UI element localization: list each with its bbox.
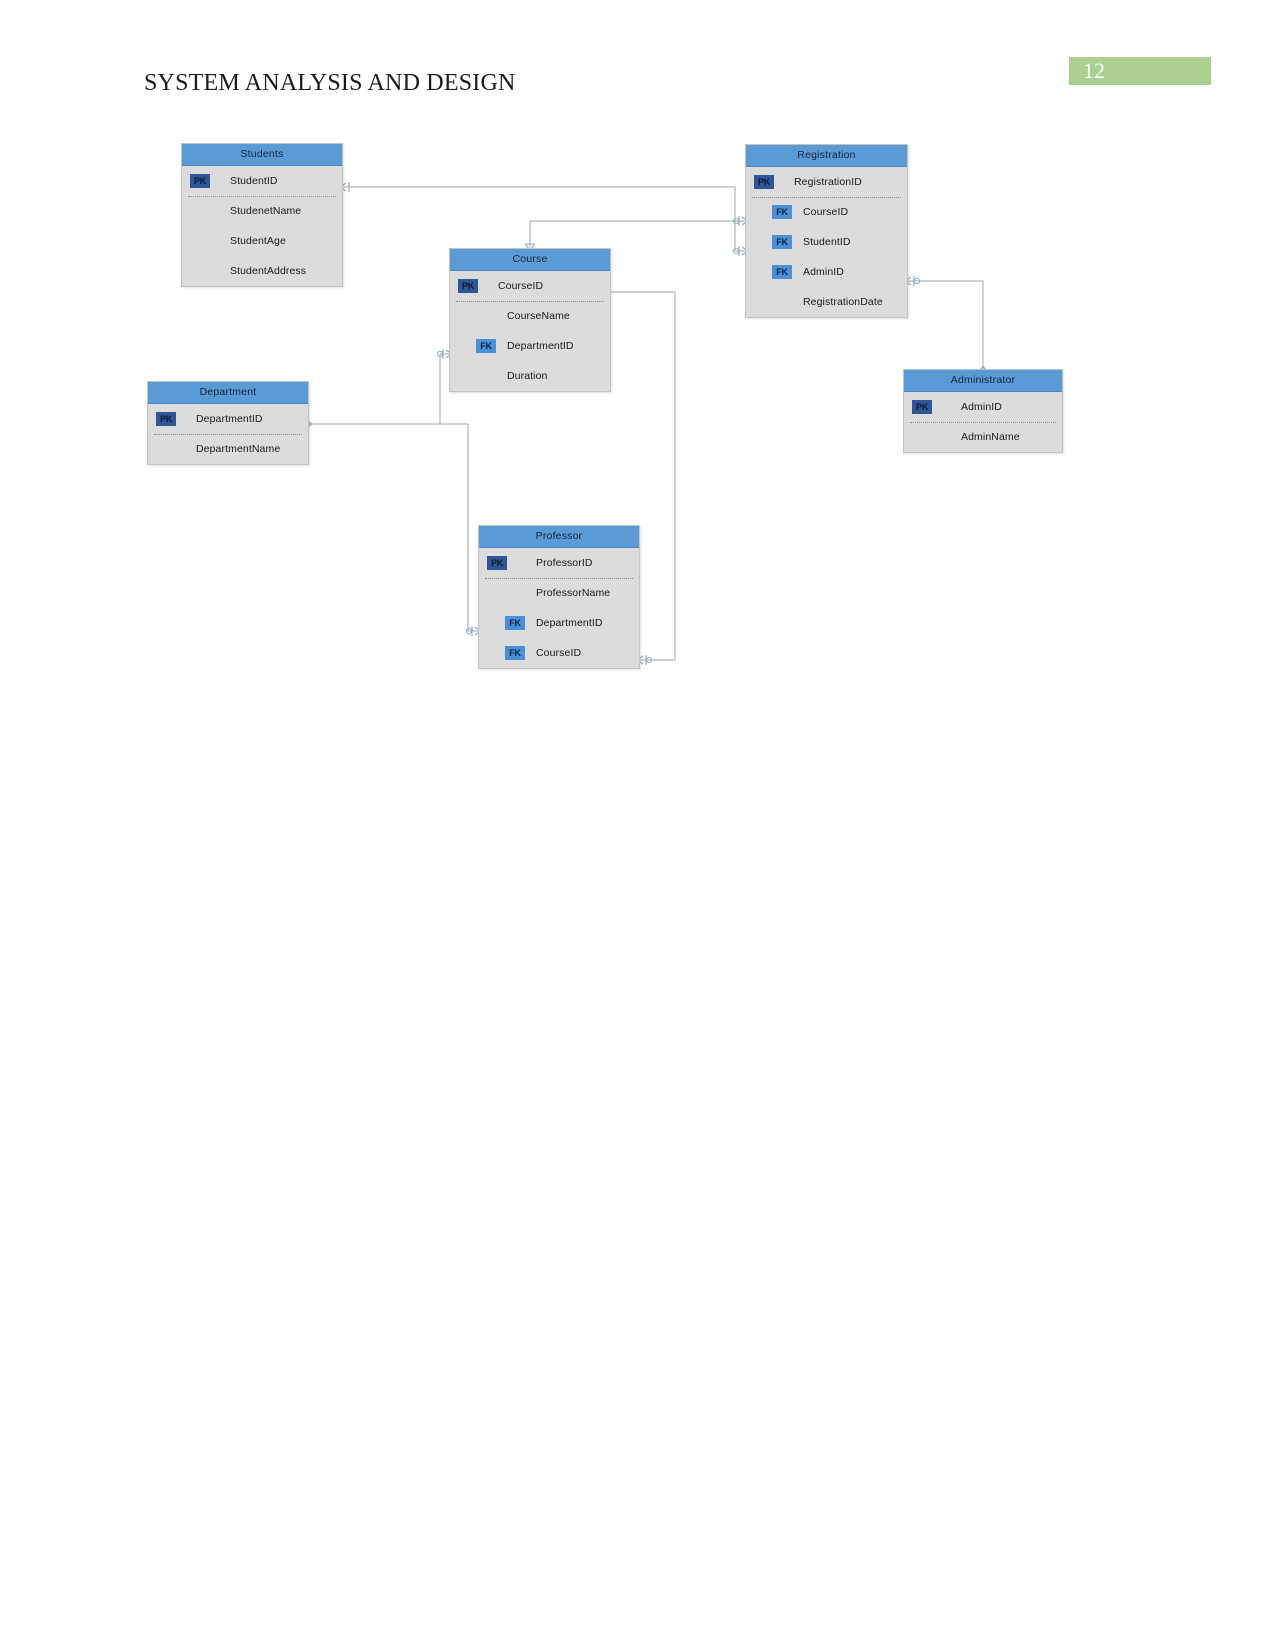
entity-professor[interactable]: Professor PK ProfessorID ProfessorName F… — [478, 525, 640, 669]
entity-registration-title: Registration — [746, 145, 907, 167]
attribute-row[interactable]: PK CourseID — [450, 271, 610, 301]
marker-circle-course-departmentid — [436, 350, 444, 358]
attribute-label: ProfessorID — [536, 557, 593, 569]
pk-icon: PK — [754, 175, 774, 189]
fk-icon: FK — [476, 339, 496, 353]
attribute-label: CourseID — [498, 280, 544, 292]
attribute-label: CourseID — [803, 206, 849, 218]
attribute-label: ProfessorName — [536, 587, 611, 599]
connector-department-course — [309, 353, 449, 425]
marker-circle-professor-courseid — [645, 656, 653, 664]
entity-department-title: Department — [148, 382, 308, 404]
attribute-label: StudentID — [803, 236, 851, 248]
attribute-row[interactable]: StudentAge — [182, 226, 342, 256]
attribute-row[interactable]: PK AdminID — [904, 392, 1062, 422]
attribute-row[interactable]: CourseName — [450, 301, 610, 331]
fk-icon: FK — [505, 646, 525, 660]
attribute-label: StudentID — [230, 175, 278, 187]
er-diagram: Students PK StudentID StudenetName Stude… — [0, 0, 1275, 760]
entity-registration-attributes: PK RegistrationID FK CourseID FK Student… — [746, 167, 907, 317]
attribute-label: RegistrationDate — [803, 296, 883, 308]
connector-students-registration — [343, 186, 745, 252]
attribute-row[interactable]: PK DepartmentID — [148, 404, 308, 434]
attribute-row[interactable]: FK DepartmentID — [479, 608, 639, 638]
attribute-row[interactable]: PK ProfessorID — [479, 548, 639, 578]
attribute-label: DepartmentName — [196, 443, 281, 455]
fk-icon: FK — [772, 205, 792, 219]
attribute-label: DepartmentID — [196, 413, 263, 425]
entity-professor-attributes: PK ProfessorID ProfessorName FK Departme… — [479, 548, 639, 668]
connector-registration-administrator — [908, 280, 984, 369]
connector-course-registration — [529, 220, 745, 248]
entity-administrator-attributes: PK AdminID AdminName — [904, 392, 1062, 452]
marker-circle-registration-courseid — [732, 217, 740, 225]
attribute-row[interactable]: FK CourseID — [746, 197, 907, 227]
entity-course-title: Course — [450, 249, 610, 271]
entity-course[interactable]: Course PK CourseID CourseName FK Departm… — [449, 248, 611, 392]
entity-department[interactable]: Department PK DepartmentID DepartmentNam… — [147, 381, 309, 465]
attribute-label: RegistrationID — [794, 176, 862, 188]
entity-students-title: Students — [182, 144, 342, 166]
attribute-label: AdminName — [961, 431, 1020, 443]
pk-icon: PK — [912, 400, 932, 414]
attribute-row[interactable]: AdminName — [904, 422, 1062, 452]
entity-administrator-title: Administrator — [904, 370, 1062, 392]
attribute-row[interactable]: RegistrationDate — [746, 287, 907, 317]
entity-students[interactable]: Students PK StudentID StudenetName Stude… — [181, 143, 343, 287]
attribute-row[interactable]: DepartmentName — [148, 434, 308, 464]
attribute-label: StudentAge — [230, 235, 286, 247]
entity-department-attributes: PK DepartmentID DepartmentName — [148, 404, 308, 464]
attribute-label: DepartmentID — [507, 340, 574, 352]
pk-icon: PK — [190, 174, 210, 188]
entity-course-attributes: PK CourseID CourseName FK DepartmentID D… — [450, 271, 610, 391]
attribute-label: StudentAddress — [230, 265, 307, 277]
marker-circle-registration-adminid — [913, 277, 921, 285]
entity-administrator[interactable]: Administrator PK AdminID AdminName — [903, 369, 1063, 453]
attribute-label: AdminID — [961, 401, 1002, 413]
attribute-label: StudenetName — [230, 205, 302, 217]
marker-circle-registration-studentid — [732, 247, 740, 255]
attribute-row[interactable]: FK DepartmentID — [450, 331, 610, 361]
attribute-label: DepartmentID — [536, 617, 603, 629]
entity-professor-title: Professor — [479, 526, 639, 548]
attribute-label: AdminID — [803, 266, 844, 278]
attribute-row[interactable]: PK RegistrationID — [746, 167, 907, 197]
entity-students-attributes: PK StudentID StudenetName StudentAge Stu… — [182, 166, 342, 286]
pk-icon: PK — [487, 556, 507, 570]
fk-icon: FK — [505, 616, 525, 630]
attribute-row[interactable]: FK CourseID — [479, 638, 639, 668]
attribute-row[interactable]: FK AdminID — [746, 257, 907, 287]
attribute-label: CourseID — [536, 647, 582, 659]
attribute-label: Duration — [507, 370, 548, 382]
attribute-row[interactable]: FK StudentID — [746, 227, 907, 257]
connector-department-professor — [440, 423, 478, 632]
fk-icon: FK — [772, 265, 792, 279]
attribute-row[interactable]: PK StudentID — [182, 166, 342, 196]
pk-icon: PK — [458, 279, 478, 293]
attribute-row[interactable]: StudentAddress — [182, 256, 342, 286]
entity-registration[interactable]: Registration PK RegistrationID FK Course… — [745, 144, 908, 318]
attribute-row[interactable]: StudenetName — [182, 196, 342, 226]
attribute-row[interactable]: Duration — [450, 361, 610, 391]
attribute-row[interactable]: ProfessorName — [479, 578, 639, 608]
pk-icon: PK — [156, 412, 176, 426]
fk-icon: FK — [772, 235, 792, 249]
marker-circle-professor-departmentid — [465, 627, 473, 635]
attribute-label: CourseName — [507, 310, 570, 322]
